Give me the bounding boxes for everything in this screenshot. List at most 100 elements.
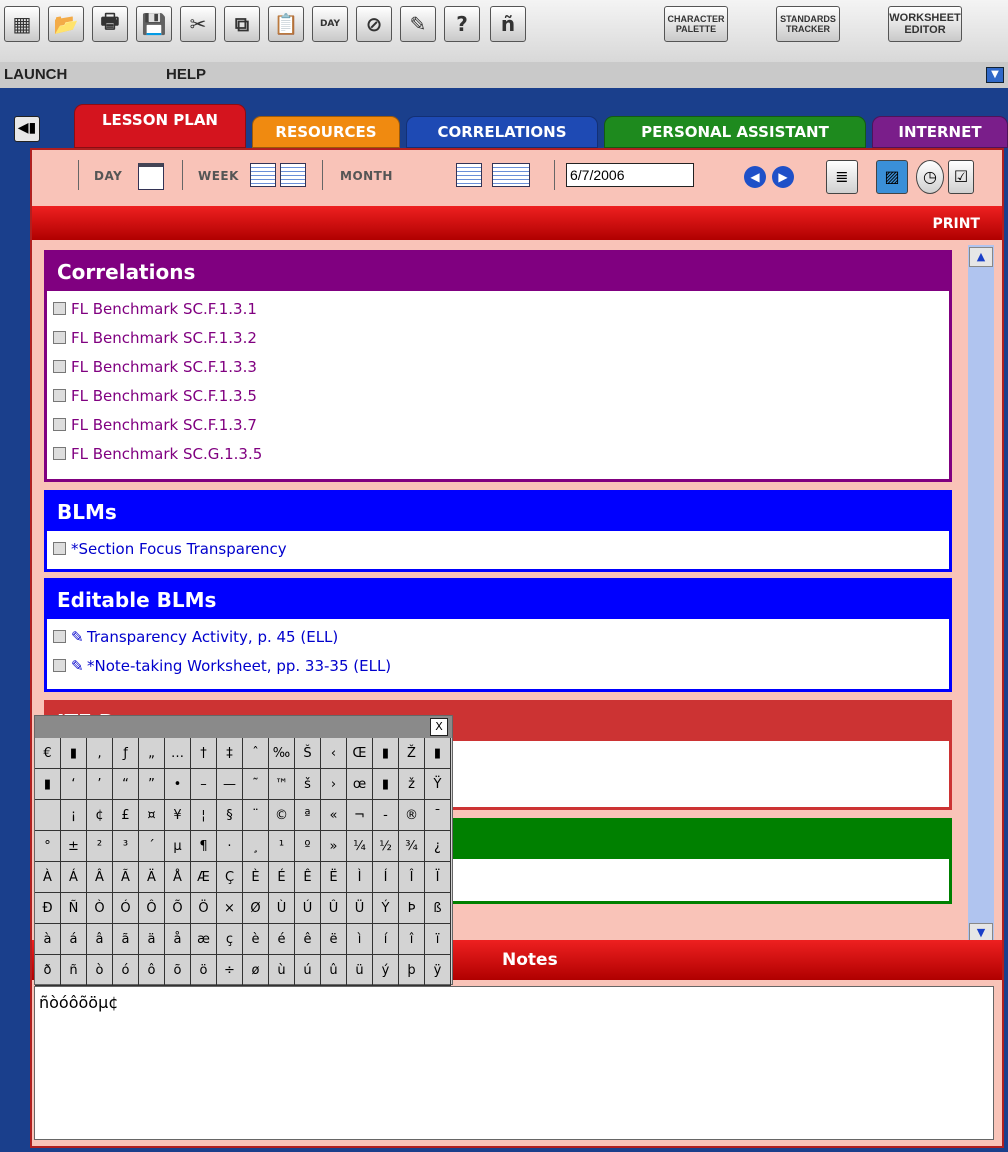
character-palette-button[interactable]: CHARACTER PALETTE — [664, 6, 728, 42]
tools-icon[interactable]: ✎ — [400, 6, 436, 42]
character-cell[interactable]: ¶ — [191, 831, 217, 862]
character-cell[interactable]: ë — [321, 924, 347, 955]
character-cell[interactable]: Â — [87, 862, 113, 893]
character-cell[interactable]: ¸ — [243, 831, 269, 862]
character-cell[interactable]: Ÿ — [425, 769, 451, 800]
character-cell[interactable]: ¢ — [87, 800, 113, 831]
character-cell[interactable]: á — [61, 924, 87, 955]
character-cell[interactable]: ¦ — [191, 800, 217, 831]
character-cell[interactable]: ’ — [87, 769, 113, 800]
character-cell[interactable]: ‹ — [321, 738, 347, 769]
list-view-icon[interactable]: ≣ — [826, 160, 858, 194]
help-icon[interactable]: ? — [444, 6, 480, 42]
character-cell[interactable]: - — [373, 800, 399, 831]
character-cell[interactable]: ì — [347, 924, 373, 955]
character-cell[interactable]: Î — [399, 862, 425, 893]
character-cell[interactable]: ú — [295, 955, 321, 986]
checkbox[interactable] — [53, 542, 66, 555]
character-cell[interactable]: í — [373, 924, 399, 955]
character-cell[interactable]: ¥ — [165, 800, 191, 831]
character-cell[interactable]: ò — [87, 955, 113, 986]
character-cell[interactable]: ƒ — [113, 738, 139, 769]
character-cell[interactable]: À — [35, 862, 61, 893]
character-cell[interactable]: ä — [139, 924, 165, 955]
list-item[interactable]: ✎ *Note-taking Worksheet, pp. 33-35 (ELL) — [53, 652, 943, 681]
character-cell[interactable]: Ü — [347, 893, 373, 924]
character-cell[interactable]: Ô — [139, 893, 165, 924]
tab-personal-assistant[interactable]: PERSONAL ASSISTANT — [604, 116, 866, 148]
item-label[interactable]: FL Benchmark SC.F.1.3.5 — [71, 387, 257, 405]
character-cell[interactable]: ÿ — [425, 955, 451, 986]
character-cell[interactable]: ˆ — [243, 738, 269, 769]
week-view-icon[interactable] — [250, 163, 276, 187]
character-cell[interactable]: « — [321, 800, 347, 831]
character-cell[interactable]: Ž — [399, 738, 425, 769]
character-cell[interactable]: † — [191, 738, 217, 769]
list-item[interactable]: FL Benchmark SC.F.1.3.5 — [53, 382, 943, 411]
character-cell[interactable]: ▮ — [35, 769, 61, 800]
character-cell[interactable]: ± — [61, 831, 87, 862]
character-cell[interactable]: È — [243, 862, 269, 893]
character-cell[interactable]: ™ — [269, 769, 295, 800]
character-cell[interactable]: ç — [217, 924, 243, 955]
character-cell[interactable]: Ó — [113, 893, 139, 924]
character-cell[interactable]: ô — [139, 955, 165, 986]
character-cell[interactable]: Ç — [217, 862, 243, 893]
character-cell[interactable]: “ — [113, 769, 139, 800]
standards-tracker-button[interactable]: STANDARDS TRACKER — [776, 6, 840, 42]
month-view-alt-icon[interactable] — [492, 163, 530, 187]
clock-icon[interactable]: ◷ — [916, 160, 944, 194]
character-cell[interactable]: © — [269, 800, 295, 831]
character-cell[interactable]: Ã — [113, 862, 139, 893]
character-cell[interactable]: ² — [87, 831, 113, 862]
character-cell[interactable]: Á — [61, 862, 87, 893]
character-cell[interactable]: Ú — [295, 893, 321, 924]
back-arrow-icon[interactable]: ◀▮ — [14, 116, 40, 142]
save-icon[interactable]: 💾 — [136, 6, 172, 42]
checklist-icon[interactable]: ☑ — [948, 160, 974, 194]
character-cell[interactable]: Ñ — [61, 893, 87, 924]
character-cell[interactable]: ¯ — [425, 800, 451, 831]
character-cell[interactable]: × — [217, 893, 243, 924]
character-cell[interactable]: ¨ — [243, 800, 269, 831]
tab-resources[interactable]: RESOURCES — [252, 116, 400, 148]
character-cell[interactable]: – — [191, 769, 217, 800]
character-cell[interactable]: œ — [347, 769, 373, 800]
character-cell[interactable]: ¾ — [399, 831, 425, 862]
month-view-icon[interactable] — [456, 163, 482, 187]
character-cell[interactable]: Å — [165, 862, 191, 893]
menu-help[interactable]: HELP — [166, 66, 206, 83]
item-label[interactable]: Transparency Activity, p. 45 (ELL) — [87, 628, 338, 646]
character-cell[interactable]: þ — [399, 955, 425, 986]
list-item[interactable]: FL Benchmark SC.F.1.3.1 — [53, 295, 943, 324]
character-cell[interactable]: é — [269, 924, 295, 955]
character-cell[interactable]: è — [243, 924, 269, 955]
character-cell[interactable]: õ — [165, 955, 191, 986]
character-cell[interactable]: — — [217, 769, 243, 800]
character-cell[interactable]: ã — [113, 924, 139, 955]
character-cell[interactable]: ñ — [61, 955, 87, 986]
character-cell[interactable]: ‡ — [217, 738, 243, 769]
character-cell[interactable]: ê — [295, 924, 321, 955]
item-label[interactable]: FL Benchmark SC.F.1.3.7 — [71, 416, 257, 434]
print-button[interactable]: PRINT — [932, 216, 980, 232]
day-view-icon[interactable] — [138, 163, 164, 190]
character-cell[interactable]: Ì — [347, 862, 373, 893]
character-cell[interactable]: Ù — [269, 893, 295, 924]
checkbox[interactable] — [53, 360, 66, 373]
checkbox[interactable] — [53, 630, 66, 643]
character-cell[interactable]: à — [35, 924, 61, 955]
character-cell[interactable]: ‚ — [87, 738, 113, 769]
character-cell[interactable]: ¡ — [61, 800, 87, 831]
character-cell[interactable]: Ò — [87, 893, 113, 924]
character-cell[interactable]: ž — [399, 769, 425, 800]
list-item[interactable]: FL Benchmark SC.G.1.3.5 — [53, 440, 943, 469]
character-cell[interactable] — [35, 800, 61, 831]
prev-date-icon[interactable]: ◀ — [744, 166, 766, 188]
no-entry-icon[interactable]: ⊘ — [356, 6, 392, 42]
character-cell[interactable]: ¼ — [347, 831, 373, 862]
character-cell[interactable]: ° — [35, 831, 61, 862]
character-cell[interactable]: ï — [425, 924, 451, 955]
open-folder-icon[interactable]: 📂 — [48, 6, 84, 42]
character-cell[interactable]: £ — [113, 800, 139, 831]
